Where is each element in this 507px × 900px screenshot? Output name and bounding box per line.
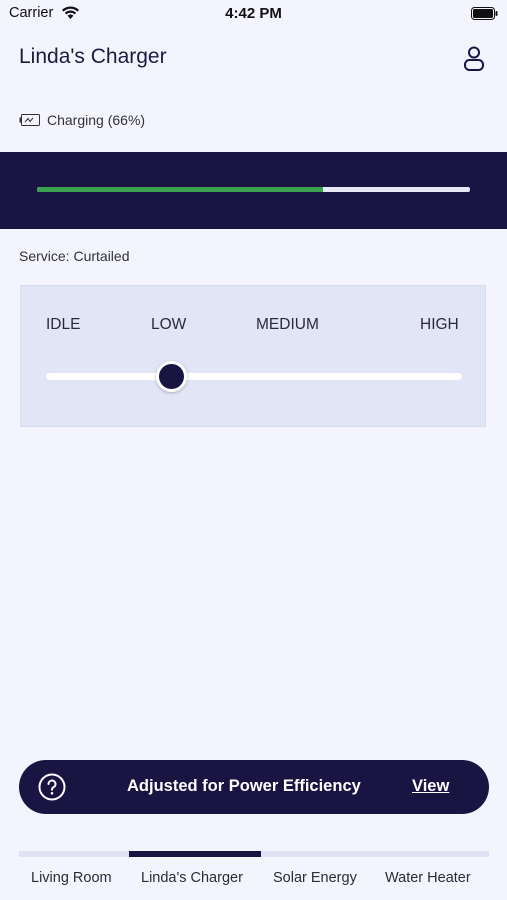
tab-lindas-charger[interactable]: Linda's Charger bbox=[141, 870, 243, 886]
power-level-slider[interactable] bbox=[46, 373, 462, 380]
charging-status: Charging (66%) bbox=[19, 110, 145, 130]
tab-indicator-lindas-charger bbox=[129, 851, 261, 857]
charge-progress-fill bbox=[37, 187, 323, 192]
banner-message: Adjusted for Power Efficiency bbox=[127, 777, 361, 795]
status-bar: Carrier 4:42 PM bbox=[0, 0, 507, 30]
battery-icon bbox=[471, 7, 498, 20]
battery-charging-icon bbox=[19, 114, 40, 126]
tab-solar-energy[interactable]: Solar Energy bbox=[273, 870, 357, 886]
tab-indicator-rest bbox=[261, 851, 489, 857]
efficiency-banner: Adjusted for Power Efficiency View bbox=[19, 760, 489, 814]
device-tabs: Living Room Linda's Charger Solar Energy… bbox=[19, 851, 489, 900]
tab-living-room[interactable]: Living Room bbox=[31, 870, 112, 886]
service-status: Service: Curtailed bbox=[19, 248, 130, 264]
charge-progress-bar bbox=[37, 187, 470, 192]
level-label-low[interactable]: LOW bbox=[151, 316, 186, 334]
profile-icon[interactable] bbox=[462, 45, 486, 72]
slider-thumb[interactable] bbox=[156, 361, 187, 392]
tab-indicator-living-room bbox=[19, 851, 129, 857]
charging-status-text: Charging (66%) bbox=[47, 112, 146, 128]
page-title: Linda's Charger bbox=[19, 45, 167, 68]
view-link[interactable]: View bbox=[412, 777, 449, 796]
charge-progress-band bbox=[0, 152, 507, 229]
level-label-idle[interactable]: IDLE bbox=[46, 316, 80, 334]
question-circle-icon[interactable] bbox=[38, 773, 66, 801]
level-label-medium[interactable]: MEDIUM bbox=[256, 316, 319, 334]
status-time: 4:42 PM bbox=[225, 5, 282, 22]
tab-water-heater[interactable]: Water Heater bbox=[385, 870, 471, 886]
power-level-card: IDLE LOW MEDIUM HIGH bbox=[20, 285, 486, 427]
level-label-high[interactable]: HIGH bbox=[420, 316, 459, 334]
